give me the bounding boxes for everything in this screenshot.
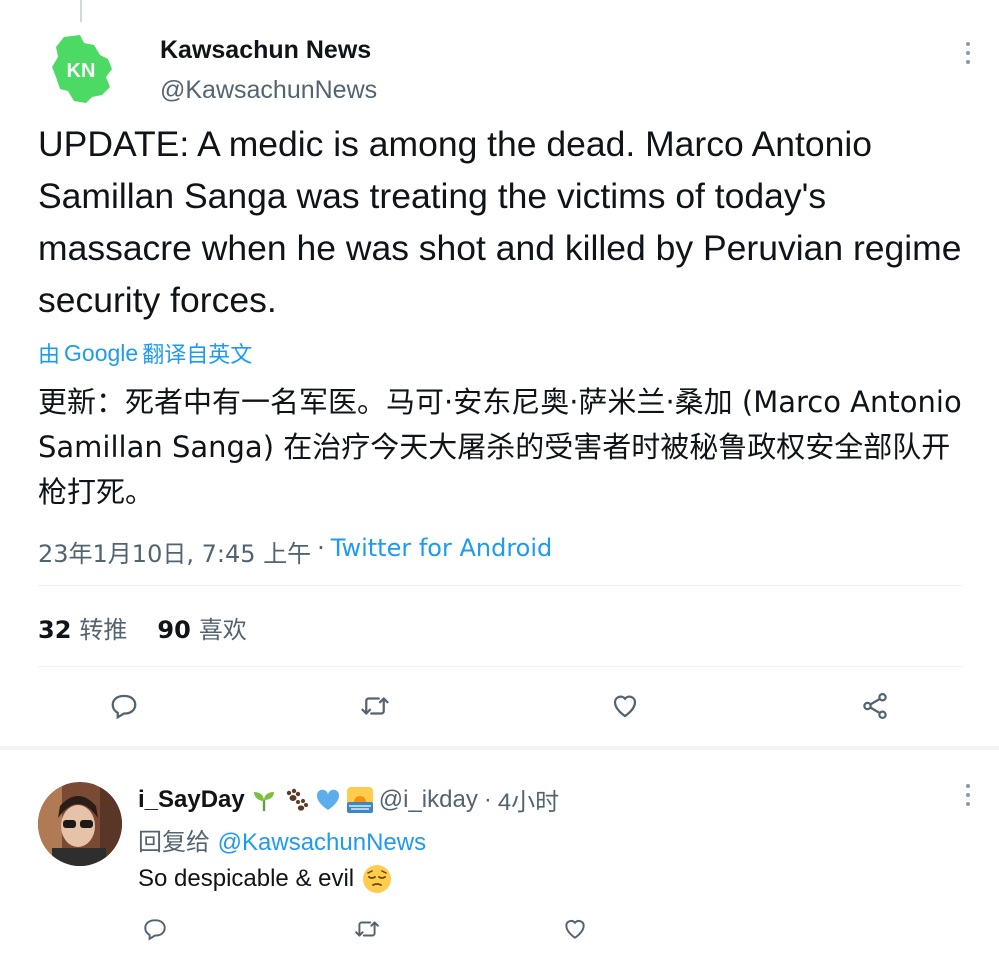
reply-time[interactable]: 4小时 <box>498 782 559 817</box>
like-icon <box>565 919 585 939</box>
reply-reply-button[interactable] <box>138 912 172 946</box>
reply-avatar[interactable] <box>38 782 122 866</box>
translated-text: 更新：死者中有一名军医。马可·安东尼奥·萨米兰·桑加 (Marco Antoni… <box>38 385 962 509</box>
replying-to: 回复给 @KawsachunNews <box>138 822 426 857</box>
reply-header: i_SayDay @i_ikday · 4小时 <box>138 782 559 817</box>
translate-suffix: 翻译自英文 <box>142 343 253 368</box>
kawsachun-avatar[interactable]: KN <box>50 33 116 105</box>
like-label: 喜欢 <box>198 616 247 644</box>
reply-to-label: 回复给 <box>138 828 210 856</box>
reply-retweet-button[interactable] <box>350 912 384 946</box>
google-logo-text: Google <box>64 339 139 366</box>
retweet-button[interactable] <box>355 686 395 726</box>
retweet-stat[interactable]: 32 转推 <box>38 610 127 645</box>
thread-connector-line <box>80 0 82 22</box>
reply-like-button[interactable] <box>558 912 592 946</box>
tweet-text: UPDATE: A medic is among the dead. Marco… <box>38 124 962 320</box>
paw-prints-emoji <box>286 788 308 811</box>
reply-button[interactable] <box>104 686 144 726</box>
tweet-meta: 23年1月10日, 7:45 上午 · Twitter for Android <box>38 534 552 569</box>
like-count: 90 <box>157 616 191 644</box>
reply-separator: · <box>483 785 492 813</box>
author-handle[interactable]: @KawsachunNews <box>160 76 377 105</box>
avatar-photo <box>38 782 122 866</box>
section-divider <box>0 746 999 750</box>
divider <box>38 666 963 667</box>
retweet-label: 转推 <box>79 616 128 644</box>
like-stat[interactable]: 90 喜欢 <box>157 610 246 645</box>
more-options-icon[interactable] <box>958 42 978 68</box>
author-name[interactable]: Kawsachun News <box>160 36 371 65</box>
avatar-text: KN <box>67 60 96 82</box>
divider <box>38 585 963 586</box>
reply-author-name[interactable]: i_SayDay <box>138 786 245 814</box>
reply-more-options-icon[interactable] <box>958 784 978 810</box>
tweet-timestamp[interactable]: 23年1月10日, 7:45 上午 <box>38 534 311 569</box>
retweet-icon <box>361 697 389 715</box>
reply-to-mention[interactable]: @KawsachunNews <box>218 829 426 856</box>
share-icon <box>863 693 887 719</box>
translation-attribution[interactable]: 由 Google 翻译自英文 <box>38 337 252 369</box>
tweet-stats: 32 转推 90 喜欢 <box>38 610 247 645</box>
reply-body: So despicable & evil <box>138 864 392 894</box>
meta-separator: · <box>317 534 325 562</box>
retweet-count: 32 <box>38 616 72 644</box>
pensive-face-emoji <box>363 865 392 893</box>
sunrise-emoji <box>346 786 373 813</box>
tweet-source[interactable]: Twitter for Android <box>331 534 552 569</box>
reply-author-handle[interactable]: @i_ikday <box>379 786 478 814</box>
seedling-emoji <box>253 791 274 811</box>
like-icon <box>613 695 637 718</box>
reply-text: So despicable & evil <box>138 865 355 892</box>
translate-prefix: 由 <box>38 343 61 368</box>
reply-icon <box>144 919 166 941</box>
blue-heart-emoji <box>316 789 339 810</box>
retweet-icon <box>355 921 379 937</box>
share-button[interactable] <box>855 686 895 726</box>
kn-logo-icon: KN <box>52 35 112 103</box>
reply-icon <box>111 694 137 720</box>
like-button[interactable] <box>605 686 645 726</box>
